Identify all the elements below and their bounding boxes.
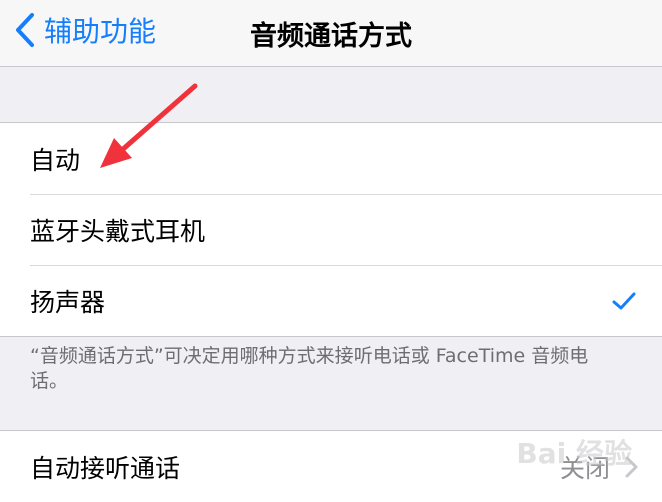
annotation-arrow (100, 83, 198, 168)
annotation-arrow-shaft (119, 83, 198, 153)
